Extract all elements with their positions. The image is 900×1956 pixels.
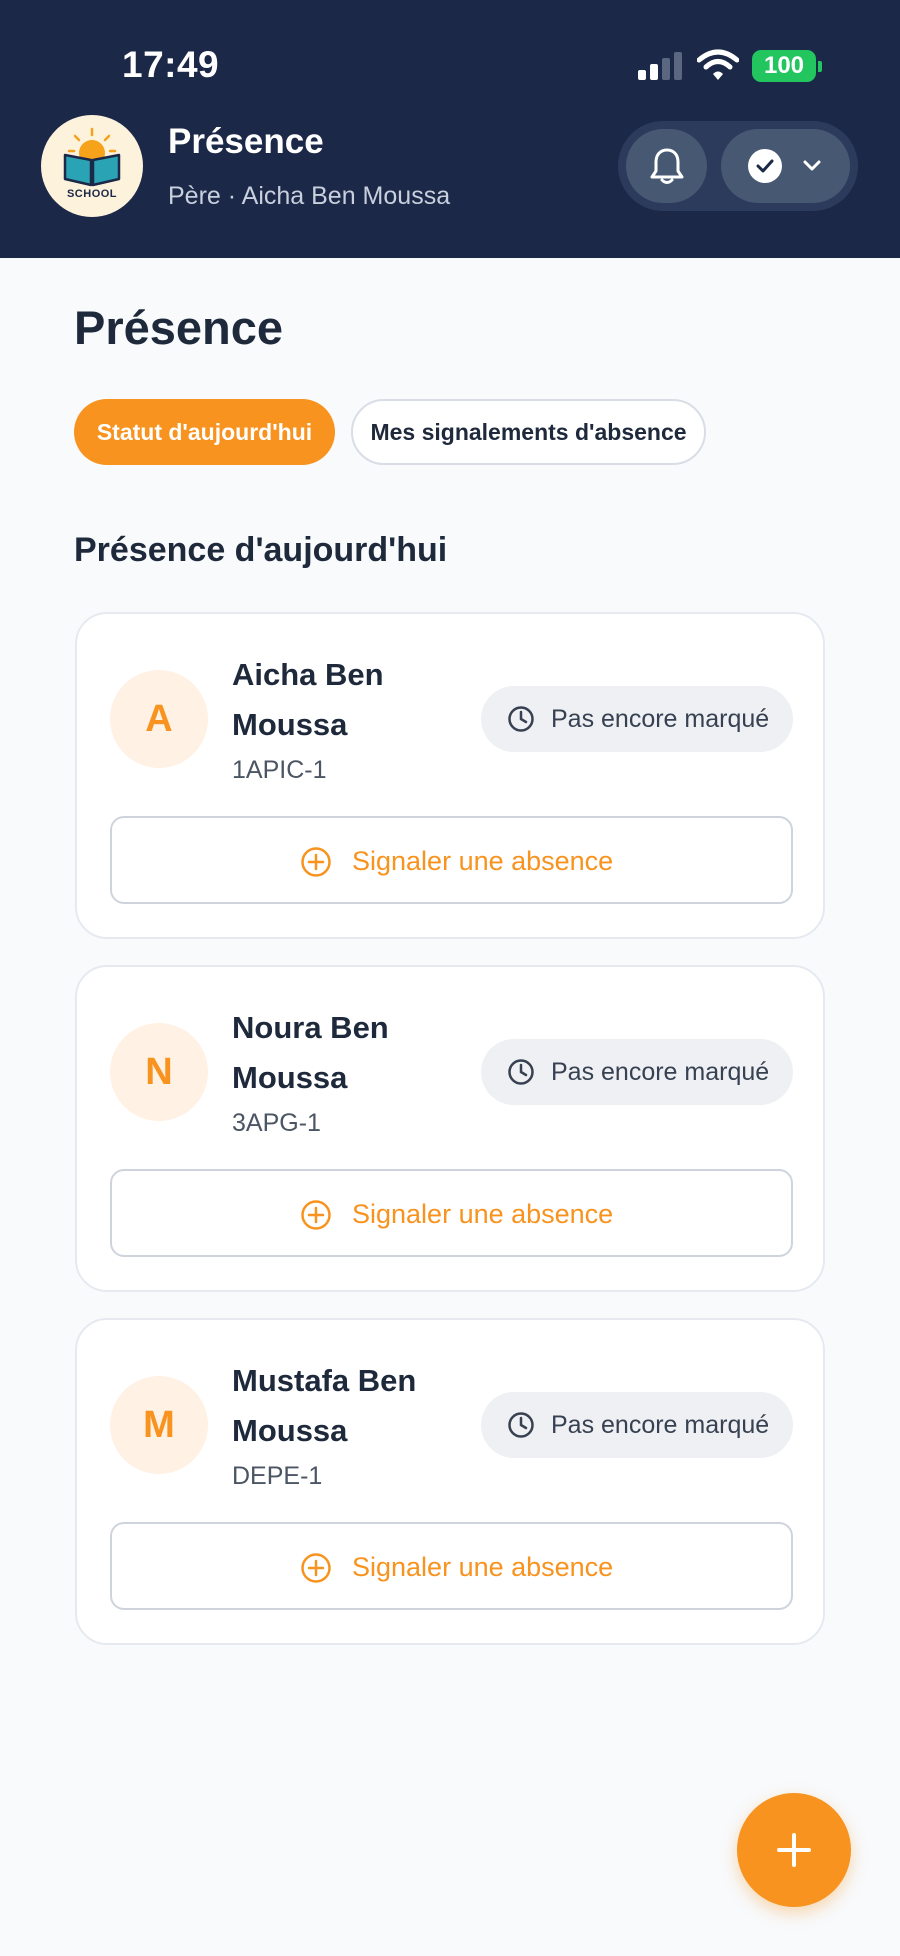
chevron-down-icon [803,160,821,171]
report-absence-button[interactable]: Signaler une absence [110,1522,793,1610]
plus-circle-icon [301,1200,331,1230]
report-absence-button[interactable]: Signaler une absence [110,1169,793,1257]
student-card: N Noura Ben Moussa 3APG-1 Pas encore mar… [75,965,825,1292]
avatar: N [110,1023,208,1121]
report-absence-button[interactable]: Signaler une absence [110,816,793,904]
logo-text: SCHOOL [66,188,118,200]
student-class: DEPE-1 [232,1462,323,1490]
book-sun-icon [63,127,121,187]
plus-icon [777,1833,811,1867]
report-absence-label: Signaler une absence [352,846,614,876]
plus-circle-icon [301,1553,331,1583]
tab-my-absence-reports[interactable]: Mes signalements d'absence [351,399,706,465]
clock-icon [508,1059,534,1085]
student-card: A Aicha Ben Moussa 1APIC-1 Pas encore ma… [75,612,825,939]
student-name: Noura Ben Moussa [232,1010,389,1095]
check-circle-icon [748,149,782,183]
avatar: M [110,1376,208,1474]
plus-circle-icon [301,847,331,877]
add-fab-button[interactable] [737,1793,851,1907]
app-header: 17:49 100 SCHOOL Présence Père · Aicha B… [0,0,900,258]
student-class: 1APIC-1 [232,756,327,784]
section-title: Présence d'aujourd'hui [74,531,448,569]
clock-icon [508,706,534,732]
report-absence-label: Signaler une absence [352,1199,614,1229]
school-logo: SCHOOL [41,115,143,217]
status-bar-time: 17:49 [122,44,220,85]
header-subtitle: Père · Aicha Ben Moussa [168,182,451,210]
status-badge: Pas encore marqué [481,1039,793,1105]
account-status-dropdown[interactable] [721,129,850,203]
page-title: Présence [74,301,284,354]
clock-icon [508,1412,534,1438]
avatar: A [110,670,208,768]
student-card: M Mustafa Ben Moussa DEPE-1 Pas encore m… [75,1318,825,1645]
cellular-signal-icon [638,52,682,80]
status-label: Pas encore marqué [551,1411,770,1439]
status-badge: Pas encore marqué [481,686,793,752]
student-name: Aicha Ben Moussa [232,657,384,742]
status-label: Pas encore marqué [551,705,770,733]
student-name: Mustafa Ben Moussa [232,1363,417,1448]
status-label: Pas encore marqué [551,1058,770,1086]
status-badge: Pas encore marqué [481,1392,793,1458]
notifications-button[interactable] [626,129,707,203]
battery-indicator: 100 [752,50,822,82]
report-absence-label: Signaler une absence [352,1552,614,1582]
wifi-icon [697,49,739,80]
student-class: 3APG-1 [232,1109,321,1137]
tab-todays-status[interactable]: Statut d'aujourd'hui [74,399,335,465]
bell-icon [650,148,683,184]
header-title: Présence [168,122,324,161]
